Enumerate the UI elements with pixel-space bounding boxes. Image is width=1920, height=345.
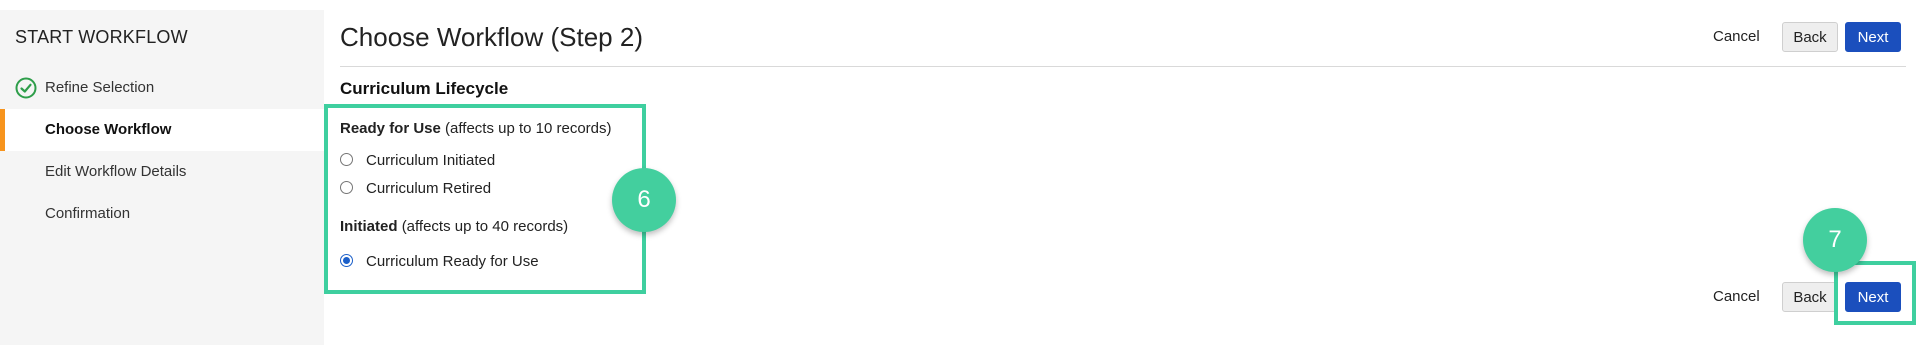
sidebar-step-refine-selection[interactable]: Refine Selection [0, 67, 324, 109]
active-step-indicator [0, 109, 5, 151]
callout-badge-6: 6 [612, 168, 676, 232]
sidebar-step-choose-workflow[interactable]: Choose Workflow [0, 109, 324, 151]
back-button-top[interactable]: Back [1782, 22, 1838, 52]
check-circle-icon [15, 77, 37, 99]
callout-badge-7: 7 [1803, 208, 1867, 272]
sidebar-step-label: Refine Selection [45, 79, 155, 96]
sidebar-step-edit-workflow-details[interactable]: Edit Workflow Details [0, 151, 324, 193]
sidebar-step-label: Confirmation [45, 205, 131, 222]
cancel-button-top[interactable]: Cancel [1713, 28, 1760, 45]
workflow-sidebar: START WORKFLOW Refine Selection Choose W… [0, 10, 324, 345]
sidebar-step-label: Choose Workflow [45, 121, 172, 138]
page-title: Choose Workflow (Step 2) [340, 22, 643, 52]
sidebar-step-confirmation[interactable]: Confirmation [0, 193, 324, 235]
cancel-button-bottom[interactable]: Cancel [1713, 288, 1760, 305]
next-button-top[interactable]: Next [1845, 22, 1901, 52]
header-divider [340, 66, 1906, 67]
sidebar-step-label: Edit Workflow Details [45, 163, 187, 180]
section-title: Curriculum Lifecycle [340, 79, 509, 98]
callout-highlight-options [324, 104, 646, 294]
sidebar-title: START WORKFLOW [15, 27, 188, 47]
callout-highlight-next [1834, 261, 1916, 325]
back-button-bottom[interactable]: Back [1782, 282, 1838, 312]
